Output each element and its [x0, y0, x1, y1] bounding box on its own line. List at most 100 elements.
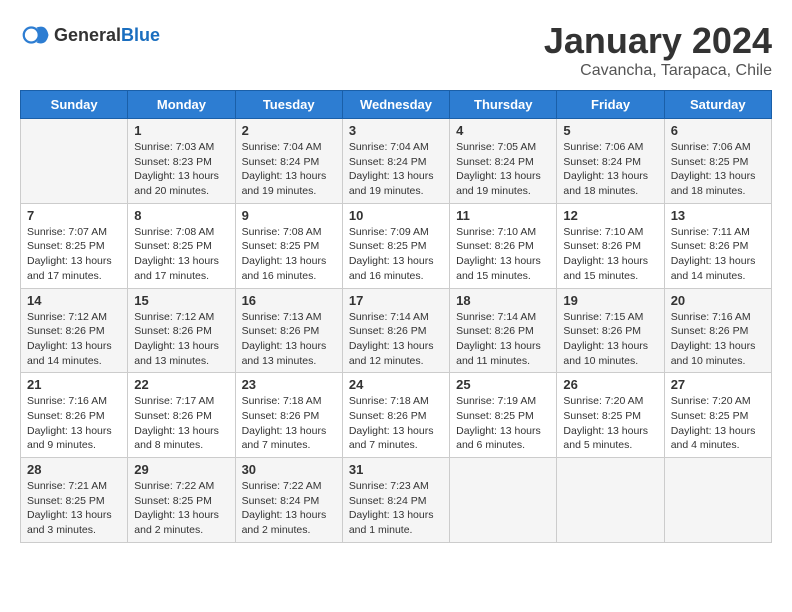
calendar-cell: 9 Sunrise: 7:08 AMSunset: 8:25 PMDaylight…: [235, 203, 342, 288]
calendar-cell: 6 Sunrise: 7:06 AMSunset: 8:25 PMDaylight…: [664, 119, 771, 204]
calendar-cell: 29 Sunrise: 7:22 AMSunset: 8:25 PMDayligh…: [128, 458, 235, 543]
day-info: Sunrise: 7:19 AMSunset: 8:25 PMDaylight:…: [456, 394, 550, 453]
day-info: Sunrise: 7:06 AMSunset: 8:25 PMDaylight:…: [671, 140, 765, 199]
calendar-cell: 11 Sunrise: 7:10 AMSunset: 8:26 PMDayligh…: [450, 203, 557, 288]
calendar-cell: 22 Sunrise: 7:17 AMSunset: 8:26 PMDayligh…: [128, 373, 235, 458]
day-number: 29: [134, 462, 228, 477]
day-header-tuesday: Tuesday: [235, 91, 342, 119]
logo-icon: [20, 20, 50, 50]
day-info: Sunrise: 7:06 AMSunset: 8:24 PMDaylight:…: [563, 140, 657, 199]
calendar-cell: 12Sunrise: 7:10 AMSunset: 8:26 PMDayligh…: [557, 203, 664, 288]
calendar-cell: 18 Sunrise: 7:14 AMSunset: 8:26 PMDayligh…: [450, 288, 557, 373]
calendar-cell: [21, 119, 128, 204]
day-number: 11: [456, 208, 550, 223]
day-number: 30: [242, 462, 336, 477]
day-info: Sunrise: 7:16 AMSunset: 8:26 PMDaylight:…: [27, 394, 121, 453]
day-number: 13: [671, 208, 765, 223]
day-number: 1: [134, 123, 228, 138]
day-info: Sunrise: 7:14 AMSunset: 8:26 PMDaylight:…: [456, 310, 550, 369]
day-number: 26: [563, 377, 657, 392]
day-info: Sunrise: 7:12 AMSunset: 8:26 PMDaylight:…: [27, 310, 121, 369]
calendar-cell: 17 Sunrise: 7:14 AMSunset: 8:26 PMDayligh…: [342, 288, 449, 373]
day-number: 16: [242, 293, 336, 308]
calendar-cell: 10Sunrise: 7:09 AMSunset: 8:25 PMDayligh…: [342, 203, 449, 288]
day-info: Sunrise: 7:05 AMSunset: 8:24 PMDaylight:…: [456, 140, 550, 199]
day-number: 7: [27, 208, 121, 223]
day-header-thursday: Thursday: [450, 91, 557, 119]
calendar-cell: 2 Sunrise: 7:04 AMSunset: 8:24 PMDaylight…: [235, 119, 342, 204]
calendar-cell: 26 Sunrise: 7:20 AMSunset: 8:25 PMDayligh…: [557, 373, 664, 458]
day-info: Sunrise: 7:23 AMSunset: 8:24 PMDaylight:…: [349, 479, 443, 538]
day-number: 2: [242, 123, 336, 138]
location-subtitle: Cavancha, Tarapaca, Chile: [544, 62, 772, 80]
day-number: 14: [27, 293, 121, 308]
day-number: 4: [456, 123, 550, 138]
day-info: Sunrise: 7:20 AMSunset: 8:25 PMDaylight:…: [563, 394, 657, 453]
calendar-cell: [557, 458, 664, 543]
calendar-cell: 27Sunrise: 7:20 AMSunset: 8:25 PMDayligh…: [664, 373, 771, 458]
calendar-cell: 31 Sunrise: 7:23 AMSunset: 8:24 PMDayligh…: [342, 458, 449, 543]
month-title: January 2024: [544, 20, 772, 62]
days-header-row: SundayMondayTuesdayWednesdayThursdayFrid…: [21, 91, 772, 119]
calendar-table: SundayMondayTuesdayWednesdayThursdayFrid…: [20, 90, 772, 543]
logo-text: GeneralBlue: [54, 25, 160, 46]
logo: GeneralBlue: [20, 20, 160, 50]
week-row-2: 14 Sunrise: 7:12 AMSunset: 8:26 PMDayligh…: [21, 288, 772, 373]
day-info: Sunrise: 7:03 AMSunset: 8:23 PMDaylight:…: [134, 140, 228, 199]
calendar-cell: 4 Sunrise: 7:05 AMSunset: 8:24 PMDaylight…: [450, 119, 557, 204]
calendar-cell: 28Sunrise: 7:21 AMSunset: 8:25 PMDayligh…: [21, 458, 128, 543]
week-row-4: 28Sunrise: 7:21 AMSunset: 8:25 PMDayligh…: [21, 458, 772, 543]
calendar-cell: 19 Sunrise: 7:15 AMSunset: 8:26 PMDayligh…: [557, 288, 664, 373]
header: GeneralBlue January 2024 Cavancha, Tarap…: [20, 20, 772, 80]
day-number: 22: [134, 377, 228, 392]
day-number: 24: [349, 377, 443, 392]
day-info: Sunrise: 7:09 AMSunset: 8:25 PMDaylight:…: [349, 225, 443, 284]
day-info: Sunrise: 7:22 AMSunset: 8:24 PMDaylight:…: [242, 479, 336, 538]
day-number: 8: [134, 208, 228, 223]
day-header-saturday: Saturday: [664, 91, 771, 119]
title-area: January 2024 Cavancha, Tarapaca, Chile: [544, 20, 772, 80]
day-info: Sunrise: 7:08 AMSunset: 8:25 PMDaylight:…: [242, 225, 336, 284]
day-number: 6: [671, 123, 765, 138]
day-info: Sunrise: 7:22 AMSunset: 8:25 PMDaylight:…: [134, 479, 228, 538]
day-header-monday: Monday: [128, 91, 235, 119]
day-number: 9: [242, 208, 336, 223]
day-number: 3: [349, 123, 443, 138]
day-number: 17: [349, 293, 443, 308]
day-info: Sunrise: 7:04 AMSunset: 8:24 PMDaylight:…: [242, 140, 336, 199]
day-info: Sunrise: 7:04 AMSunset: 8:24 PMDaylight:…: [349, 140, 443, 199]
day-number: 28: [27, 462, 121, 477]
calendar-cell: 23 Sunrise: 7:18 AMSunset: 8:26 PMDayligh…: [235, 373, 342, 458]
day-number: 23: [242, 377, 336, 392]
day-number: 25: [456, 377, 550, 392]
calendar-cell: 13 Sunrise: 7:11 AMSunset: 8:26 PMDayligh…: [664, 203, 771, 288]
day-number: 20: [671, 293, 765, 308]
day-info: Sunrise: 7:18 AMSunset: 8:26 PMDaylight:…: [349, 394, 443, 453]
calendar-cell: 16 Sunrise: 7:13 AMSunset: 8:26 PMDayligh…: [235, 288, 342, 373]
day-info: Sunrise: 7:10 AMSunset: 8:26 PMDaylight:…: [456, 225, 550, 284]
week-row-3: 21 Sunrise: 7:16 AMSunset: 8:26 PMDayligh…: [21, 373, 772, 458]
calendar-cell: [450, 458, 557, 543]
day-info: Sunrise: 7:16 AMSunset: 8:26 PMDaylight:…: [671, 310, 765, 369]
day-info: Sunrise: 7:20 AMSunset: 8:25 PMDaylight:…: [671, 394, 765, 453]
calendar-cell: 30 Sunrise: 7:22 AMSunset: 8:24 PMDayligh…: [235, 458, 342, 543]
calendar-cell: [664, 458, 771, 543]
day-info: Sunrise: 7:11 AMSunset: 8:26 PMDaylight:…: [671, 225, 765, 284]
day-number: 21: [27, 377, 121, 392]
day-info: Sunrise: 7:18 AMSunset: 8:26 PMDaylight:…: [242, 394, 336, 453]
day-header-sunday: Sunday: [21, 91, 128, 119]
week-row-0: 1 Sunrise: 7:03 AMSunset: 8:23 PMDaylight…: [21, 119, 772, 204]
day-number: 31: [349, 462, 443, 477]
day-number: 19: [563, 293, 657, 308]
logo-blue: Blue: [121, 25, 160, 45]
calendar-cell: 25 Sunrise: 7:19 AMSunset: 8:25 PMDayligh…: [450, 373, 557, 458]
day-info: Sunrise: 7:13 AMSunset: 8:26 PMDaylight:…: [242, 310, 336, 369]
day-info: Sunrise: 7:15 AMSunset: 8:26 PMDaylight:…: [563, 310, 657, 369]
day-number: 18: [456, 293, 550, 308]
calendar-cell: 24 Sunrise: 7:18 AMSunset: 8:26 PMDayligh…: [342, 373, 449, 458]
day-header-wednesday: Wednesday: [342, 91, 449, 119]
day-number: 15: [134, 293, 228, 308]
day-info: Sunrise: 7:08 AMSunset: 8:25 PMDaylight:…: [134, 225, 228, 284]
day-info: Sunrise: 7:17 AMSunset: 8:26 PMDaylight:…: [134, 394, 228, 453]
day-info: Sunrise: 7:14 AMSunset: 8:26 PMDaylight:…: [349, 310, 443, 369]
